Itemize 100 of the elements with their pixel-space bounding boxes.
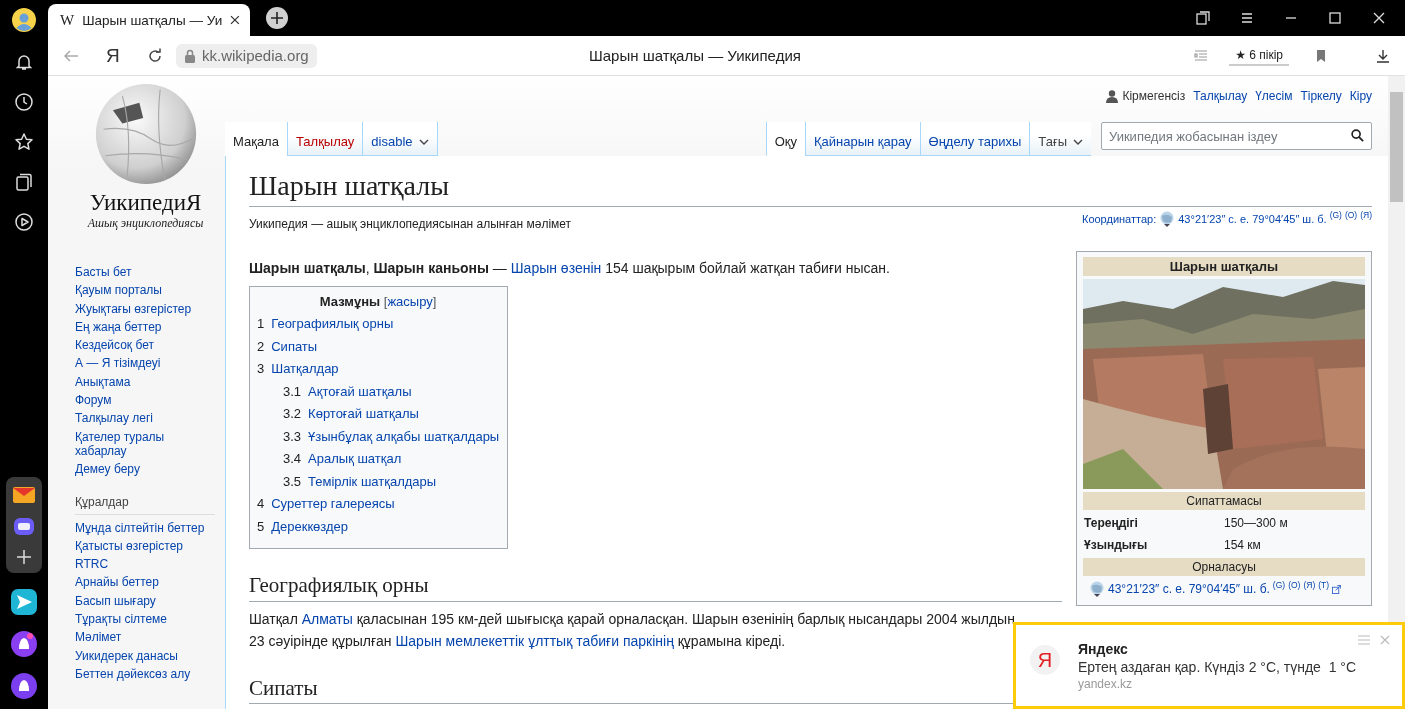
- sidebar-link[interactable]: Басты бет: [75, 265, 215, 280]
- assistant-icon[interactable]: [11, 631, 37, 657]
- avatar-icon[interactable]: [12, 8, 36, 32]
- view-tab[interactable]: Қайнарын қарау: [805, 122, 920, 156]
- infobox-value: 154 км: [1224, 538, 1261, 553]
- toc-number: 3.1: [283, 383, 302, 399]
- page-title: Шарын шатқалы — Уикипедия: [587, 47, 802, 64]
- maximize-icon[interactable]: [1327, 10, 1343, 26]
- clock-icon[interactable]: [14, 92, 34, 112]
- reload-icon[interactable]: [146, 46, 164, 65]
- bracket: ]: [432, 294, 437, 310]
- toc-link[interactable]: Сипаты: [271, 338, 318, 354]
- article-link[interactable]: Шарын мемлекеттік ұлттық табиғи паркінің: [395, 632, 674, 649]
- notification-message: Ертең аздаған қар. Күндіз 2 °C, түнде 1 °C: [1078, 659, 1357, 675]
- lock-icon: [184, 48, 196, 63]
- sidebar-link[interactable]: Уикидерек данасы: [75, 648, 215, 663]
- personal-link[interactable]: Талқылау: [1193, 89, 1248, 103]
- map-link[interactable]: (Я): [1303, 580, 1316, 591]
- menu-icon[interactable]: [1239, 10, 1255, 26]
- globe-icon: [1159, 211, 1176, 228]
- play-icon[interactable]: [14, 212, 34, 232]
- map-link[interactable]: (O): [1344, 210, 1358, 221]
- variants-menu-tab[interactable]: disable: [362, 122, 438, 156]
- map-link[interactable]: (G): [1272, 580, 1286, 591]
- sidebar-link[interactable]: Мұнда сілтейтін беттер: [75, 520, 215, 535]
- bell-icon[interactable]: [14, 52, 34, 72]
- home-logo[interactable]: Я: [106, 44, 126, 67]
- star-icon[interactable]: [14, 132, 34, 152]
- search-field[interactable]: Уикипедия жобасынан іздеу: [1101, 122, 1372, 150]
- personal-link[interactable]: Үлесім: [1255, 89, 1293, 103]
- map-link[interactable]: (G): [1329, 210, 1342, 221]
- sidebar-link[interactable]: Ең жаңа беттер: [75, 319, 215, 335]
- toc-number: 3.4: [283, 451, 302, 467]
- more-menu-tab[interactable]: Тағы: [1029, 122, 1091, 156]
- page-tab[interactable]: Мақала: [225, 122, 287, 156]
- toc-link[interactable]: Ақтоғай шатқалы: [308, 383, 412, 399]
- favicon: W: [60, 11, 75, 29]
- toc-link[interactable]: Ұзынбұлақ алқабы шатқалдары: [308, 428, 500, 444]
- toc-number: 4: [257, 496, 265, 512]
- sidebar-link[interactable]: Қателер туралы хабарлау: [75, 429, 215, 459]
- address-field[interactable]: kk.wikipedia.org: [176, 43, 317, 68]
- tabs-icon[interactable]: [1195, 10, 1211, 26]
- close-icon[interactable]: [1371, 10, 1387, 26]
- toc-link[interactable]: Көртоғай шатқалы: [308, 406, 419, 422]
- sidebar-link[interactable]: А — Я тізімдеуі: [75, 356, 215, 371]
- new-tab-icon[interactable]: [266, 7, 288, 29]
- toc-link[interactable]: Суреттер галереясы: [271, 496, 395, 512]
- map-link[interactable]: (Я): [1360, 210, 1372, 221]
- search-icon[interactable]: [1351, 129, 1364, 142]
- personal-link[interactable]: Кіру: [1349, 89, 1372, 103]
- scrollbar-thumb[interactable]: [1390, 92, 1403, 202]
- view-tab[interactable]: Өңделу тарихы: [919, 122, 1030, 156]
- toc-link[interactable]: Дереккөздер: [271, 518, 349, 534]
- download-icon[interactable]: [1375, 47, 1391, 64]
- sidebar-link[interactable]: Арнайы беттер: [75, 575, 215, 590]
- close-icon[interactable]: [230, 15, 240, 25]
- sidebar-link[interactable]: Тұрақты сілтеме: [75, 612, 215, 627]
- toc-number: 3.2: [283, 406, 302, 422]
- toc-link[interactable]: Шатқалдар: [271, 361, 339, 377]
- toc-link[interactable]: Темірлік шатқалдары: [308, 473, 437, 489]
- sidebar-link[interactable]: Кездейсоқ бет: [75, 338, 215, 353]
- sidebar-link[interactable]: Талқылау легі: [75, 411, 215, 426]
- infobox-title: Шарын шатқалы: [1083, 257, 1365, 277]
- article-title: Шарын шатқалы: [249, 168, 1372, 208]
- view-tab[interactable]: Оқу: [765, 122, 805, 156]
- personal-link[interactable]: Тіркелу: [1300, 89, 1342, 103]
- sidebar-link[interactable]: RTRC: [75, 557, 215, 572]
- sidebar-link[interactable]: Қауым порталы: [75, 283, 215, 298]
- page-tab[interactable]: Талқылау: [286, 122, 363, 156]
- coordinates-label[interactable]: Координаттар:: [1081, 213, 1157, 226]
- sidebar-link[interactable]: Қатысты өзгерістер: [75, 538, 215, 554]
- toc-number: 3.3: [283, 428, 302, 444]
- puzzle-globe-icon[interactable]: [93, 82, 198, 186]
- article-link[interactable]: Шарын өзенін: [510, 260, 602, 277]
- map-link[interactable]: (O): [1288, 580, 1301, 591]
- sidebar-link[interactable]: Жуықтағы өзгерістер: [75, 301, 215, 316]
- send-icon[interactable]: [11, 589, 37, 615]
- sidebar-link[interactable]: Мәлімет: [75, 630, 215, 645]
- map-link[interactable]: (T): [1318, 580, 1330, 591]
- assistant-icon[interactable]: [11, 673, 37, 699]
- sidebar-link[interactable]: Анықтама: [75, 374, 215, 390]
- hide-link[interactable]: жасыру: [387, 294, 433, 310]
- add-icon[interactable]: [14, 547, 34, 567]
- app-logo: Я: [1030, 645, 1060, 675]
- browser-tab[interactable]: W Шарын шатқалы — Уи: [48, 4, 250, 36]
- sidebar-link[interactable]: Демеу беру: [75, 462, 215, 477]
- toc-link[interactable]: Географиялық орны: [271, 316, 394, 332]
- sidebar-link[interactable]: Басып шығару: [75, 593, 215, 609]
- wordmark: УикипедиЯ: [89, 190, 202, 216]
- reviews-button[interactable]: ★ 6 пікір: [1229, 45, 1289, 66]
- coordinates-link[interactable]: 43°21′23″ с. е. 79°04′45″ ш. б.: [1178, 213, 1327, 226]
- toc-number: 3: [257, 361, 265, 377]
- coordinates-link[interactable]: 43°21′23″ с. е. 79°04′45″ ш. б.: [1108, 582, 1270, 597]
- collections-icon[interactable]: [14, 172, 34, 192]
- toc-number: 3.5: [283, 473, 302, 489]
- article-link[interactable]: Алматы: [301, 610, 353, 627]
- external-link-icon[interactable]: [1332, 584, 1342, 594]
- sidebar-link[interactable]: Форум: [75, 393, 215, 408]
- toc-link[interactable]: Аралық шатқал: [308, 451, 402, 467]
- sidebar-link[interactable]: Беттен дәйексөз алу: [75, 666, 215, 682]
